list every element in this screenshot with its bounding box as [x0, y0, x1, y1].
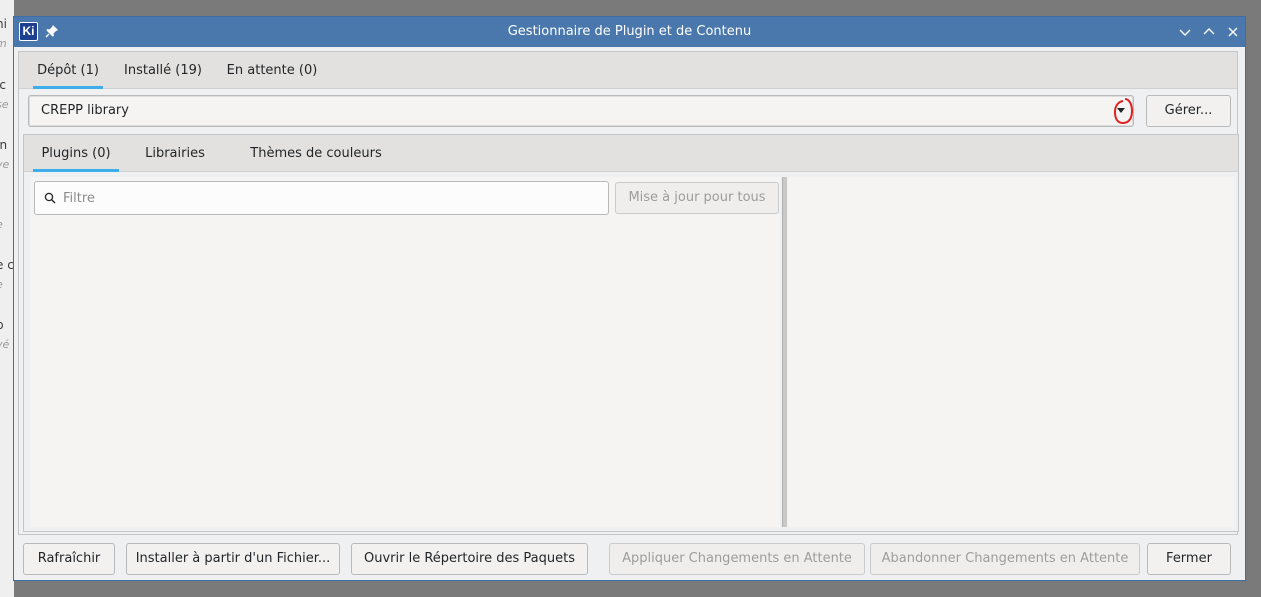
filter-input[interactable]	[63, 182, 593, 214]
repository-select[interactable]: CREPP library	[28, 95, 1134, 127]
refresh-button[interactable]: Rafraîchir	[23, 543, 115, 575]
tab-libraries[interactable]: Librairies (1)	[135, 135, 215, 199]
tab-installed[interactable]: Installé (19)	[123, 52, 203, 88]
background-window: ni m ic se In ve e e c e p vé	[0, 0, 14, 597]
maximize-icon[interactable]	[1201, 24, 1217, 40]
plugin-manager-dialog: Ki Gestionnaire de Plugin et de Contenu …	[13, 16, 1246, 581]
background-text: vé	[0, 338, 10, 351]
close-button[interactable]: Fermer	[1147, 543, 1231, 575]
close-icon[interactable]	[1225, 24, 1241, 40]
splitter-handle[interactable]	[782, 177, 787, 527]
discard-pending-button[interactable]: Abandonner Changements en Attente	[870, 543, 1140, 575]
filter-field[interactable]	[34, 181, 609, 215]
background-text: m	[0, 37, 7, 50]
repository-selected-value: CREPP library	[41, 103, 129, 118]
manage-button[interactable]: Gérer...	[1146, 95, 1231, 127]
window-title: Gestionnaire de Plugin et de Contenu	[507, 24, 752, 39]
install-from-file-button[interactable]: Installer à partir d'un Fichier...	[126, 543, 340, 575]
tab-color-themes[interactable]: Thèmes de couleurs (0)	[242, 135, 390, 199]
background-text: In	[0, 138, 8, 152]
background-text: ve	[0, 158, 10, 171]
tab-depot[interactable]: Dépôt (1)	[33, 52, 103, 89]
dialog-content: Dépôt (1) Installé (19) En attente (0) C…	[18, 51, 1239, 535]
annotation-circle	[1113, 98, 1134, 125]
background-text: e	[0, 278, 3, 291]
background-text: p	[0, 318, 4, 332]
plugin-list-pane[interactable]	[30, 177, 780, 527]
title-bar[interactable]: Ki Gestionnaire de Plugin et de Contenu	[14, 17, 1245, 47]
main-tab-bar: Dépôt (1) Installé (19) En attente (0)	[19, 52, 1237, 89]
plugin-details-pane	[788, 177, 1234, 527]
tab-plugins[interactable]: Plugins (0)	[33, 135, 119, 172]
background-text: ni	[0, 17, 7, 31]
minimize-icon[interactable]	[1177, 24, 1193, 40]
repository-panel: Plugins (0) Librairies (1) Thèmes de cou…	[23, 134, 1239, 532]
open-packages-directory-button[interactable]: Ouvrir le Répertoire des Paquets	[351, 543, 588, 575]
search-icon	[44, 192, 56, 204]
tab-pending[interactable]: En attente (0)	[226, 52, 318, 88]
background-text: se	[0, 98, 9, 111]
update-all-button[interactable]: Mise à jour pour tous	[615, 182, 779, 214]
background-text: ic	[0, 78, 6, 92]
sub-tab-bar: Plugins (0) Librairies (1) Thèmes de cou…	[24, 135, 1238, 199]
apply-pending-button[interactable]: Appliquer Changements en Attente	[609, 543, 865, 575]
background-text: e	[0, 218, 3, 231]
background-text: e c	[0, 258, 14, 272]
